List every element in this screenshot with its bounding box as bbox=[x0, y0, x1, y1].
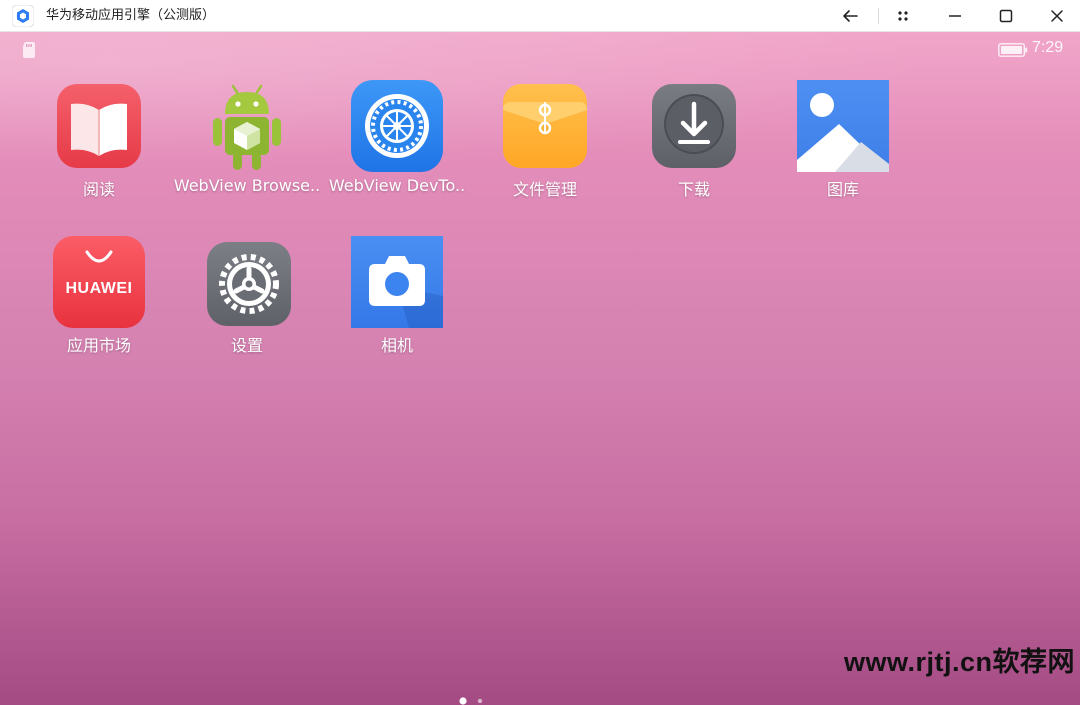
app-appgallery[interactable]: HUAWEI 应用市场 bbox=[24, 236, 174, 356]
app-label: 图库 bbox=[826, 180, 859, 199]
huawei-wordmark: HUAWEI bbox=[65, 280, 133, 297]
page-dot-active[interactable] bbox=[459, 697, 467, 705]
app-label: 下载 bbox=[677, 180, 710, 199]
maximize-button[interactable] bbox=[986, 0, 1026, 32]
app-label: 阅读 bbox=[82, 180, 115, 199]
window-title: 华为移动应用引擎（公测版） bbox=[46, 8, 216, 23]
minimize-icon bbox=[949, 15, 961, 17]
app-label: WebView Browse.. bbox=[173, 176, 321, 195]
status-time: 7:29 bbox=[1032, 39, 1064, 56]
app-label: 文件管理 bbox=[512, 180, 577, 199]
maximize-icon bbox=[999, 9, 1013, 23]
app-reader[interactable]: 阅读 bbox=[24, 80, 174, 200]
gallery-mountain-icon bbox=[797, 80, 889, 172]
window-title-bar: 华为移动应用引擎（公测版） bbox=[0, 0, 1080, 32]
sd-card-icon bbox=[23, 42, 35, 58]
more-button[interactable] bbox=[883, 0, 923, 32]
download-arrow-icon bbox=[652, 84, 736, 168]
huawei-appgallery-icon: HUAWEI bbox=[51, 236, 147, 332]
arrow-left-icon bbox=[843, 10, 858, 22]
settings-gear-icon bbox=[207, 242, 291, 326]
close-button[interactable] bbox=[1037, 0, 1077, 32]
app-webview-browser[interactable]: WebView Browse.. bbox=[172, 80, 322, 200]
app-label: 设置 bbox=[230, 336, 263, 355]
app-downloads[interactable]: 下载 bbox=[619, 80, 769, 200]
four-dots-icon bbox=[898, 11, 908, 21]
app-webview-devtools[interactable]: WebView DevTo.. bbox=[322, 80, 472, 200]
app-file-manager[interactable]: 文件管理 bbox=[470, 80, 620, 200]
android-home-screen[interactable]: 7:29 阅读 WebView Browse.. WebView DevTo..… bbox=[0, 32, 1080, 705]
app-settings[interactable]: 设置 bbox=[172, 236, 322, 356]
android-robot-icon bbox=[213, 84, 281, 170]
app-label: 应用市场 bbox=[66, 336, 131, 355]
app-gallery[interactable]: 图库 bbox=[768, 80, 918, 200]
back-button[interactable] bbox=[830, 0, 870, 32]
camera-icon bbox=[351, 236, 443, 328]
page-dot[interactable] bbox=[477, 698, 483, 704]
page-indicator[interactable] bbox=[455, 696, 495, 705]
title-bar-separator bbox=[878, 8, 879, 24]
close-icon bbox=[1051, 10, 1063, 22]
battery-icon bbox=[998, 43, 1028, 57]
watermark-text: www.rjtj.cn软荐网 bbox=[844, 647, 1076, 677]
app-label: WebView DevTo.. bbox=[328, 176, 466, 195]
app-label: 相机 bbox=[380, 336, 413, 355]
app-camera[interactable]: 相机 bbox=[322, 236, 472, 356]
app-engine-logo-icon bbox=[12, 5, 34, 27]
book-reader-icon bbox=[57, 84, 141, 168]
file-manager-folder-icon bbox=[503, 84, 587, 168]
minimize-button[interactable] bbox=[935, 0, 975, 32]
gear-globe-icon bbox=[351, 80, 443, 172]
